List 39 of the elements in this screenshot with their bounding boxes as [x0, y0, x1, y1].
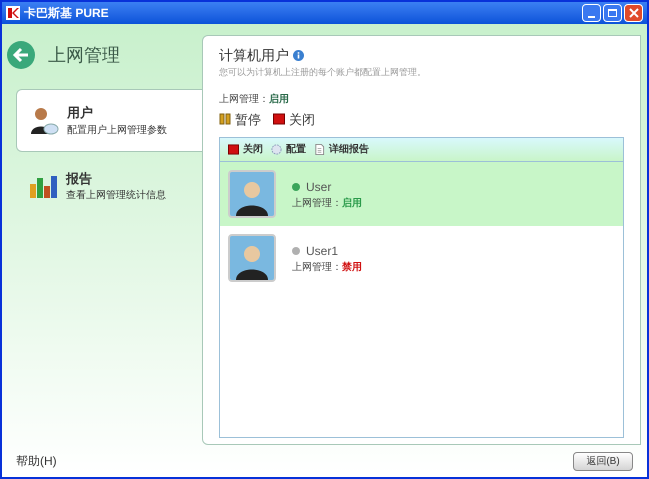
app-logo-icon	[6, 6, 20, 20]
pause-icon	[219, 113, 231, 126]
nav-item[interactable]: 报告 查看上网管理统计信息	[16, 166, 202, 206]
document-icon	[314, 144, 325, 155]
close-button[interactable]	[624, 4, 643, 22]
action-button[interactable]: 暂停	[235, 110, 261, 129]
action-button[interactable]: 配置	[286, 142, 306, 157]
panel-description: 您可以为计算机上注册的每个账户都配置上网管理。	[219, 66, 427, 79]
help-link[interactable]: 帮助(H)	[16, 452, 57, 470]
user-name: User	[306, 178, 332, 196]
avatar	[228, 170, 276, 218]
action-button[interactable]: 关闭	[243, 142, 263, 157]
user-status: 禁用	[342, 260, 362, 274]
nav-title: 用户	[67, 104, 94, 122]
stop-icon	[273, 113, 285, 126]
nav-subtitle: 配置用户上网管理参数	[67, 124, 167, 138]
user-status: 启用	[342, 196, 362, 210]
nav-title: 报告	[66, 170, 93, 188]
user-row[interactable]: User 上网管理：启用	[220, 162, 623, 226]
avatar	[228, 234, 276, 282]
section-title: 上网管理	[48, 44, 120, 66]
user-icon	[29, 106, 59, 136]
action-button[interactable]: 关闭	[289, 110, 315, 129]
close-icon	[628, 8, 638, 18]
user-status-label: 上网管理：	[292, 260, 342, 274]
stop-icon	[228, 144, 239, 155]
nav-item[interactable]: 用户 配置用户上网管理参数	[16, 89, 202, 152]
window-title: 卡巴斯基 PURE	[24, 5, 109, 22]
status-label: 上网管理：	[219, 92, 269, 106]
minimize-button[interactable]	[582, 4, 601, 22]
info-icon[interactable]	[293, 50, 304, 61]
back-button[interactable]: 返回(B)	[573, 452, 633, 470]
status-value: 启用	[269, 92, 289, 106]
user-name: User1	[306, 242, 338, 260]
panel-title: 计算机用户	[219, 46, 289, 65]
action-button[interactable]: 详细报告	[329, 142, 369, 157]
nav-subtitle: 查看上网管理统计信息	[66, 188, 166, 204]
maximize-button[interactable]	[603, 4, 622, 22]
user-status-label: 上网管理：	[292, 196, 342, 210]
